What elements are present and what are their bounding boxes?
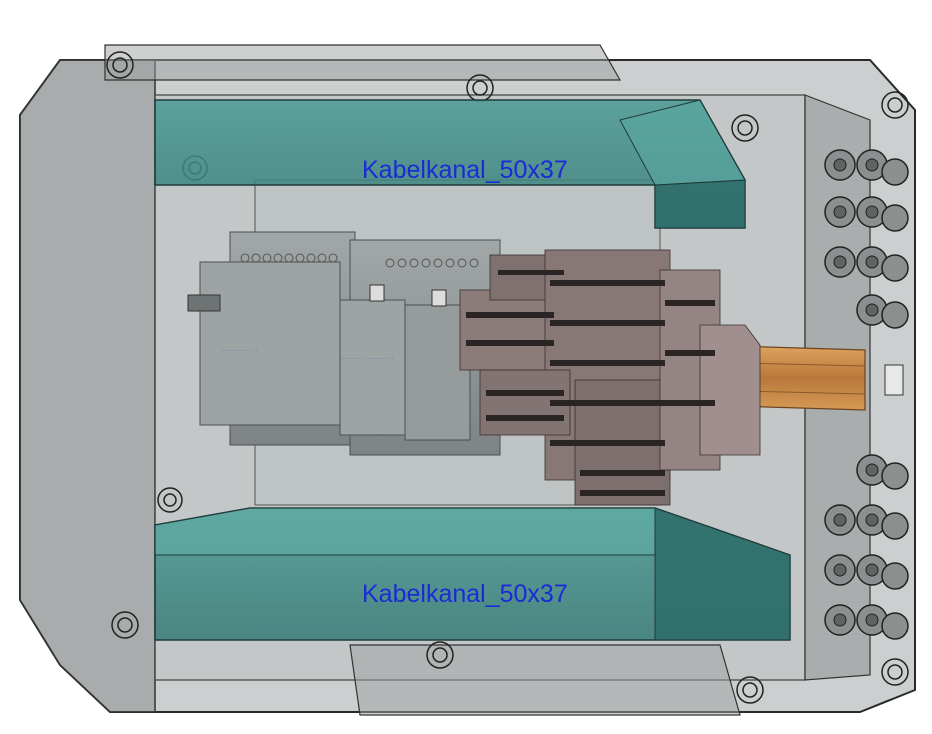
duct-label-bottom: Kabelkanal_50x37 [362,580,568,608]
svg-text:· · · · · · · · · · · · · · ·: · · · · · · · · · · · · · · · · · · [340,356,394,362]
cable-duct-bottom [154,507,791,641]
enclosure-drawing: · · · · · · · · · · · · · · · · · · · · … [19,44,916,716]
duct-label-top: Kabelkanal_50x37 [362,156,568,184]
cad-viewport[interactable]: · · · · · · · · · · · · · · · · · · · · … [0,0,932,734]
svg-text:· · · · · · · · · · · ·: · · · · · · · · · · · · [222,348,258,354]
side-latch [884,364,904,396]
power-supply-module: · · · · · · · · · · · · [187,231,356,446]
